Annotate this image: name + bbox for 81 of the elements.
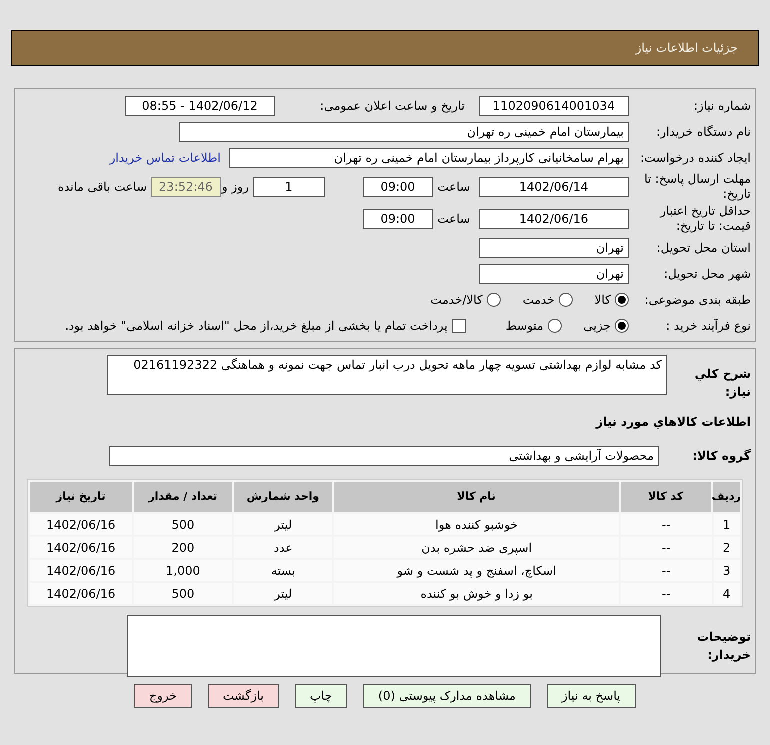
field-label: شرح کلي نياز: xyxy=(694,366,752,401)
radio-button[interactable] xyxy=(548,319,562,333)
field-label: توضیحات خریدار: xyxy=(696,629,752,664)
radio-button[interactable] xyxy=(615,293,629,307)
table-cell: لیتر xyxy=(234,583,332,604)
field-label: استان محل تحویل: xyxy=(656,240,752,257)
column-header: ردیف xyxy=(713,482,740,512)
table-cell: 1 xyxy=(714,514,740,535)
radio-button[interactable] xyxy=(615,319,629,333)
radio-button[interactable] xyxy=(486,293,501,307)
value-field: تهران xyxy=(479,238,629,258)
action-button[interactable]: پاسخ به نیاز xyxy=(546,684,636,708)
table-cell: 1402/06/16 xyxy=(30,560,132,581)
field-label: نوع فرآیند خرید : xyxy=(665,318,752,335)
field-label: ساعت xyxy=(436,179,472,196)
table-cell: 4 xyxy=(714,583,740,604)
field-label: خدمت xyxy=(522,292,555,309)
checkbox[interactable] xyxy=(452,319,466,333)
table-cell: 500 xyxy=(134,583,232,604)
field-label: حداقل تاریخ اعتبار قیمت: تا تاریخ: xyxy=(658,204,752,234)
countdown-field: 23:52:46 xyxy=(151,177,221,197)
table-cell: -- xyxy=(621,514,712,535)
field-label: ساعت xyxy=(436,211,472,228)
table-cell: 1402/06/16 xyxy=(30,583,132,604)
column-header: واحد شمارش xyxy=(234,482,332,512)
value-field: بیمارستان امام خمینی ره تهران xyxy=(179,122,629,142)
field-label: روز و xyxy=(221,179,249,196)
radio-button[interactable] xyxy=(558,293,573,307)
column-header: کد کالا xyxy=(620,482,711,512)
contact-link[interactable]: اطلاعات تماس خریدار xyxy=(110,149,221,167)
field-label: نام دستگاه خریدار: xyxy=(656,124,752,141)
value-field: 1402/06/12 - 08:55 xyxy=(125,96,275,116)
field-label: ایجاد کننده درخواست: xyxy=(639,150,752,167)
table-cell: 1402/06/16 xyxy=(30,537,132,558)
table-cell: عدد xyxy=(234,537,332,558)
field-label: طبقه بندی موضوعی: xyxy=(644,292,752,309)
action-button[interactable]: بازگشت xyxy=(208,684,279,708)
table-cell: 1,000 xyxy=(134,560,232,581)
table-cell: 200 xyxy=(134,537,232,558)
table-cell: اسکاچ، اسفنج و پد شست و شو xyxy=(334,560,620,581)
column-header: تاریخ نیاز xyxy=(30,482,132,512)
field-label: شهر محل تحویل: xyxy=(663,266,752,283)
field-label: اطلاعات کالاهاي مورد نياز xyxy=(596,414,752,431)
table-cell: بو زدا و خوش بو کننده xyxy=(334,583,620,604)
table-cell: اسپری ضد حشره بدن xyxy=(334,537,620,558)
value-field: 09:00 xyxy=(363,209,433,229)
value-field: بهرام سامخانیانی کارپرداز بیمارستان امام خمینی ره تهران xyxy=(229,148,629,168)
field-label: پرداخت تمام یا بخشی از مبلغ خرید،از محل "اسناد خزانه اسلامی" خواهد بود. xyxy=(65,318,448,335)
value-field: 1102090614001034 xyxy=(479,96,629,116)
action-button[interactable]: چاپ xyxy=(295,684,348,708)
table-cell: -- xyxy=(621,537,712,558)
table-cell: 500 xyxy=(134,514,232,535)
column-header: تعداد / مقدار xyxy=(134,482,232,512)
value-field: 09:00 xyxy=(363,177,433,197)
field-label: شماره نیاز: xyxy=(693,98,752,115)
action-button[interactable]: خروج xyxy=(134,684,192,708)
action-button[interactable]: مشاهده مدارک پیوستی (0) xyxy=(363,684,531,708)
field-label: کالا/خدمت xyxy=(430,292,483,309)
column-header: نام کالا xyxy=(334,482,619,512)
field-label: گروه کالا: xyxy=(692,448,752,465)
table-cell: -- xyxy=(621,560,712,581)
value-field: 1402/06/14 xyxy=(479,177,629,197)
table-cell: 2 xyxy=(714,537,740,558)
table-cell: 3 xyxy=(714,560,740,581)
value-field: 1 xyxy=(253,177,325,197)
field-label: متوسط xyxy=(506,318,544,335)
field-label: ساعت باقی مانده xyxy=(58,179,147,196)
table-cell: 1402/06/16 xyxy=(30,514,132,535)
field-label: جزیی xyxy=(584,318,611,335)
value-field: 1402/06/16 xyxy=(479,209,629,229)
description-field: کد مشابه لوازم بهداشتی تسویه چهار ماهه تحویل درب انبار تماس جهت نمونه و هماهنگی 02161192322 xyxy=(107,355,667,395)
table-cell: لیتر xyxy=(234,514,332,535)
table-cell: خوشبو کننده هوا xyxy=(334,514,620,535)
value-field: تهران xyxy=(479,264,629,284)
value-field: محصولات آرایشی و بهداشتی xyxy=(109,446,659,466)
table-cell: -- xyxy=(621,583,712,604)
field-label: مهلت ارسال پاسخ: تا تاریخ: xyxy=(643,172,752,202)
field-label: کالا xyxy=(594,292,611,309)
header-title: جزئیات اطلاعات نیاز xyxy=(636,40,738,57)
table-cell: بسته xyxy=(234,560,332,581)
field-label: تاریخ و ساعت اعلان عمومی: xyxy=(319,98,465,115)
